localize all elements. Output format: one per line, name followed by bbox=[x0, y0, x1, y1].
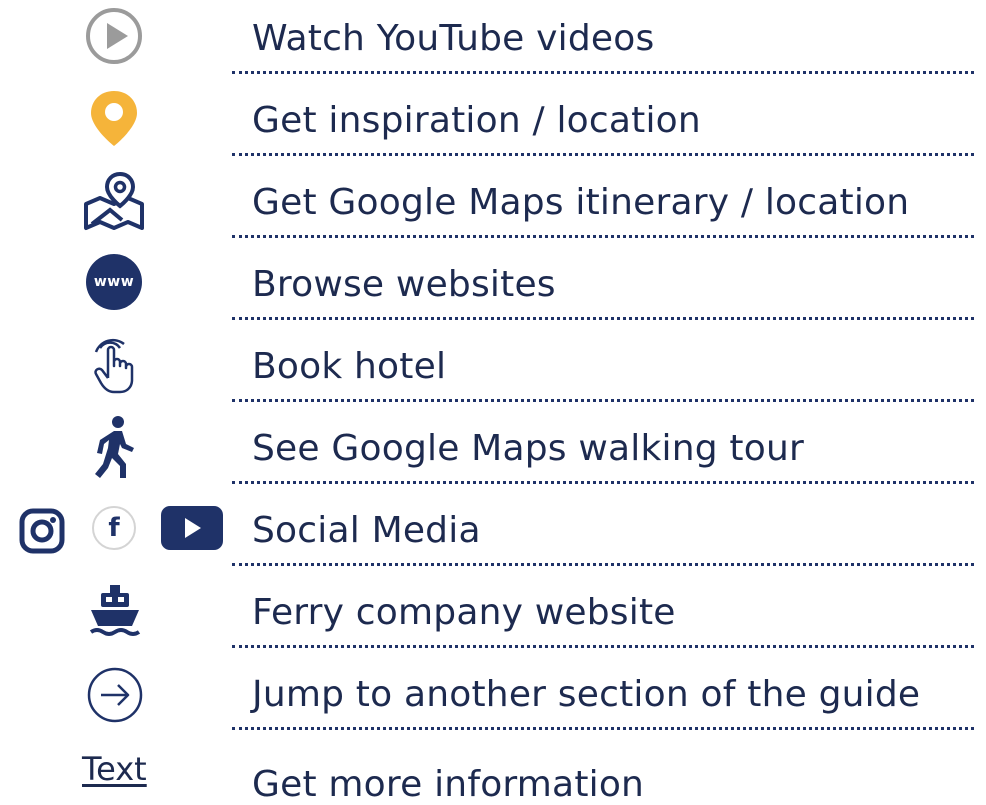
www-icon: www bbox=[86, 254, 142, 310]
dotted-divider bbox=[232, 399, 974, 402]
www-icon-text: www bbox=[93, 274, 135, 290]
play-circle-icon bbox=[86, 8, 142, 64]
icon-legend: Watch YouTube videos Get inspiration / l… bbox=[0, 0, 986, 805]
dotted-divider bbox=[232, 317, 974, 320]
dotted-divider bbox=[232, 235, 974, 238]
location-pin-icon bbox=[91, 91, 137, 146]
legend-label: Ferry company website bbox=[252, 592, 676, 633]
text-link-icon: Text bbox=[82, 750, 147, 788]
walking-person-icon bbox=[95, 416, 134, 478]
legend-row-book-hotel: Book hotel bbox=[0, 328, 986, 410]
legend-row-ferry: Ferry company website bbox=[0, 574, 986, 656]
legend-label: Browse websites bbox=[252, 264, 556, 305]
youtube-icon bbox=[161, 506, 223, 550]
legend-row-inspiration: Get inspiration / location bbox=[0, 82, 986, 164]
arrow-right-circle-icon bbox=[87, 667, 143, 723]
legend-label: Social Media bbox=[252, 510, 481, 551]
legend-label: Get Google Maps itinerary / location bbox=[252, 182, 910, 223]
dotted-divider bbox=[232, 71, 974, 74]
legend-label: Book hotel bbox=[252, 346, 447, 387]
legend-row-websites: www Browse websites bbox=[0, 246, 986, 328]
legend-label: Jump to another section of the guide bbox=[252, 674, 921, 715]
legend-label: See Google Maps walking tour bbox=[252, 428, 804, 469]
ferry-icon bbox=[89, 585, 141, 636]
legend-row-more-info: Text Get more information bbox=[0, 738, 986, 805]
map-pin-icon bbox=[84, 171, 144, 230]
dotted-divider bbox=[232, 563, 974, 566]
legend-label: Get more information bbox=[252, 764, 645, 805]
facebook-icon-glyph: f bbox=[108, 513, 120, 543]
legend-row-jump-section: Jump to another section of the guide bbox=[0, 656, 986, 738]
legend-label: Get inspiration / location bbox=[252, 100, 701, 141]
legend-label: Watch YouTube videos bbox=[252, 18, 655, 59]
dotted-divider bbox=[232, 153, 974, 156]
legend-row-social-media: f Social Media bbox=[0, 492, 986, 574]
instagram-icon bbox=[19, 508, 65, 554]
facebook-icon: f bbox=[92, 506, 136, 550]
pointer-hand-icon bbox=[94, 338, 134, 394]
legend-row-youtube: Watch YouTube videos bbox=[0, 0, 986, 82]
legend-row-walking-tour: See Google Maps walking tour bbox=[0, 410, 986, 492]
dotted-divider bbox=[232, 481, 974, 484]
legend-row-maps-itinerary: Get Google Maps itinerary / location bbox=[0, 164, 986, 246]
dotted-divider bbox=[232, 727, 974, 730]
dotted-divider bbox=[232, 645, 974, 648]
